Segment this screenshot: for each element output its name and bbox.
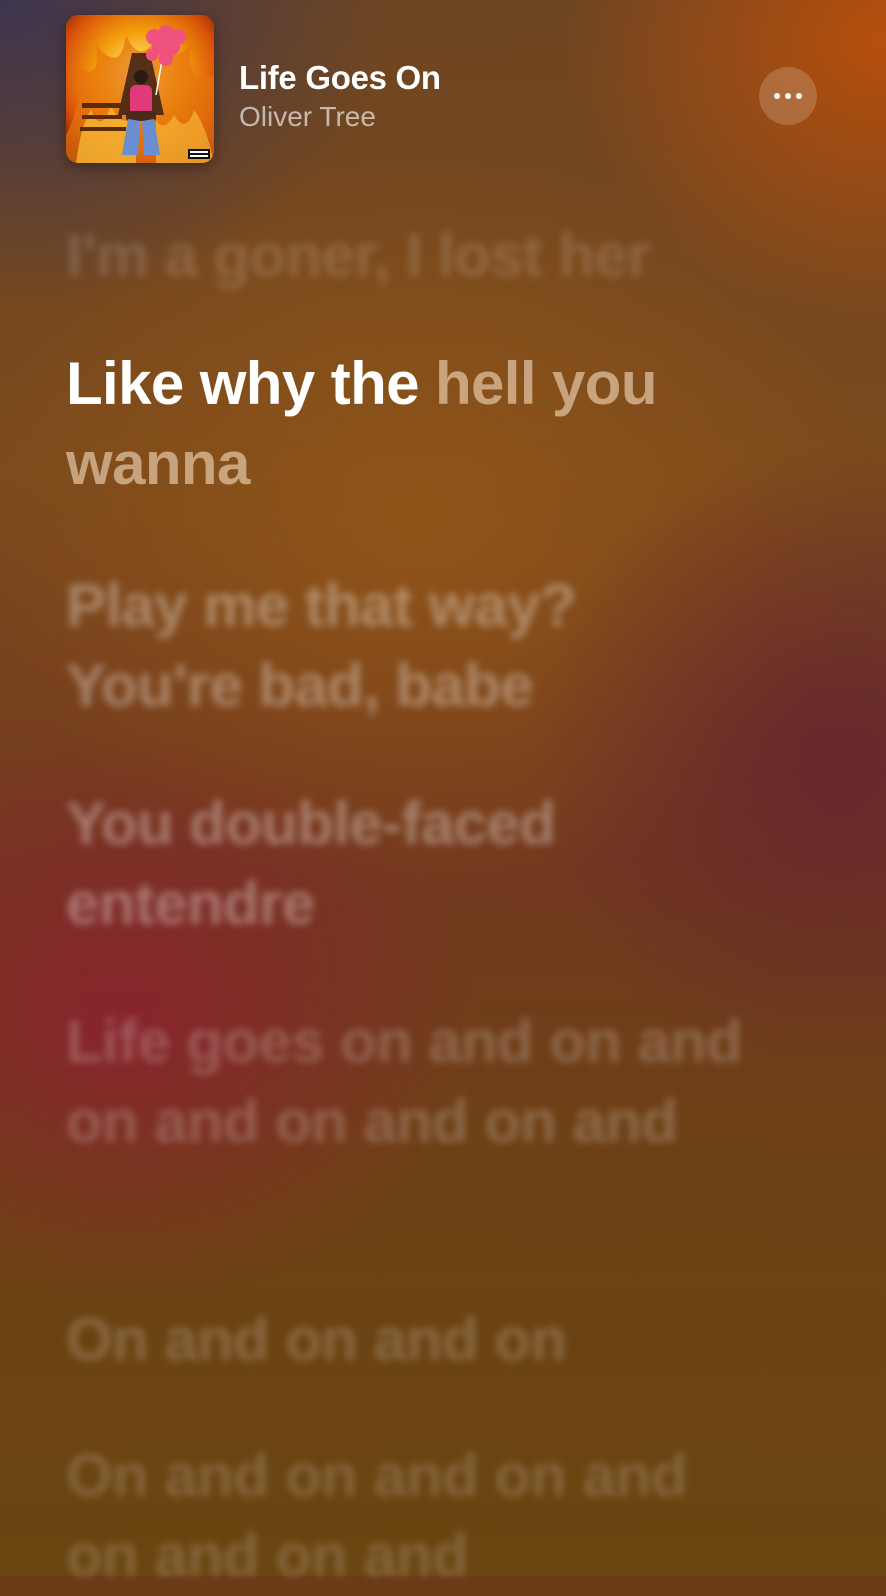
album-cover-fire — [66, 15, 214, 163]
lyric-line-previous[interactable]: I'm a goner, I lost her — [66, 216, 786, 296]
more-options-button[interactable] — [759, 67, 817, 125]
now-playing-header: Life Goes On Oliver Tree — [66, 15, 820, 163]
lyric-line[interactable]: You double-faced entendre — [66, 784, 686, 944]
song-title[interactable]: Life Goes On — [239, 59, 441, 97]
lyric-sung-text: Like why the — [66, 350, 419, 417]
lyric-line[interactable]: Life goes on and on and on and on and on… — [66, 1002, 756, 1162]
lyric-line[interactable]: On and on and on — [66, 1300, 786, 1380]
lyric-line[interactable]: Play me that way? You're bad, babe — [66, 566, 686, 726]
lyric-line[interactable]: On and on and on and on and on and — [66, 1436, 766, 1596]
artist-name[interactable]: Oliver Tree — [239, 101, 376, 133]
ellipsis-icon — [774, 93, 802, 99]
lyric-line-current[interactable]: Like why the hell you wanna — [66, 344, 786, 504]
album-art[interactable] — [66, 15, 214, 163]
parental-advisory-label — [188, 149, 210, 159]
